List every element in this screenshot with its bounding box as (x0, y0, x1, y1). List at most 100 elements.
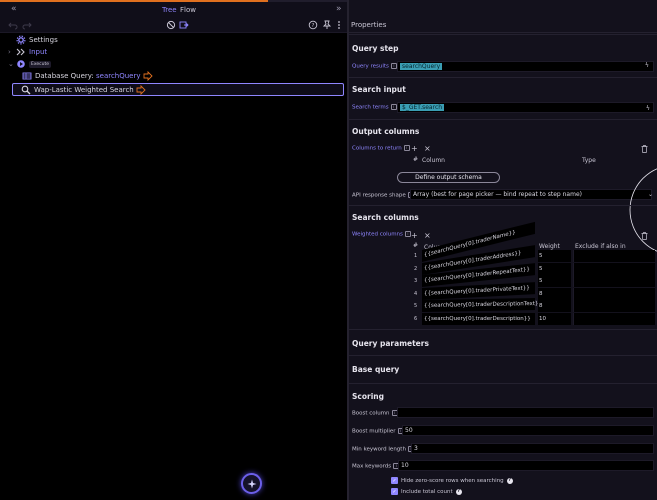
add-row-button[interactable]: + (411, 145, 418, 153)
hide-zero-score-checkbox[interactable]: ✓ Hide zero-score rows when searching ? (391, 476, 513, 485)
weight-cell[interactable]: 8 (538, 287, 571, 300)
bolt-icon[interactable]: ϟ (645, 62, 654, 69)
input-chevrons-icon (16, 48, 25, 56)
tab-flow[interactable]: Flow (180, 6, 196, 14)
exclude-cell[interactable] (573, 287, 655, 300)
section-query-step: Query step Query results i searchQuery (349, 34, 657, 77)
clear-rows-button[interactable]: × (424, 232, 431, 240)
boost-multiplier-label: Boost multiplier i (352, 428, 404, 435)
help-icon[interactable]: ? (455, 488, 462, 495)
tree-node-label: Database Query: (35, 72, 96, 80)
section-title: Output columns (352, 127, 420, 136)
include-total-count-checkbox[interactable]: ✓ Include total count ? (391, 487, 462, 496)
pin-icon[interactable] (322, 20, 332, 30)
tree-toolbar: ? (0, 17, 347, 33)
section-title: Search columns (352, 213, 419, 222)
section-title: Base query (352, 365, 400, 374)
ai-assistant-button[interactable] (241, 473, 262, 494)
tree-node-label: Input (29, 48, 48, 56)
weight-cell[interactable]: 8 (538, 300, 571, 312)
more-icon[interactable] (334, 20, 344, 30)
tree-node-database-query[interactable]: Database Query: searchQuery (22, 70, 156, 82)
query-name: searchQuery (95, 72, 141, 80)
svg-text:?: ? (312, 23, 315, 29)
help-icon[interactable]: ? (308, 20, 318, 30)
define-output-schema-button[interactable]: Define output schema (397, 172, 500, 183)
column-cell[interactable]: {{searchQuery[0].traderDescriptionText}} (422, 298, 542, 312)
query-results-label: Query results i (352, 63, 397, 70)
api-response-shape-select[interactable]: Array (best for page picker — bind repea… (410, 189, 653, 200)
row-index: 3 (414, 278, 418, 284)
properties-header: Properties (349, 17, 657, 33)
exclude-cell[interactable] (573, 262, 655, 275)
type-header: Type (582, 157, 596, 164)
info-icon: i (390, 63, 397, 69)
section-base-query[interactable]: Base query (349, 355, 657, 383)
expand-right-icon[interactable]: » (336, 4, 342, 15)
disable-icon[interactable] (166, 20, 176, 30)
left-panel: « Tree Flow » ? Settings › Input ⌄ Execu… (0, 0, 347, 500)
row-index: 2 (414, 265, 418, 272)
execute-icon (17, 60, 25, 68)
sparkle-icon (247, 479, 256, 488)
section-title: Scoring (352, 392, 384, 401)
weight-header: Weight (539, 243, 560, 250)
max-keywords-input[interactable]: 10 (398, 460, 654, 471)
query-results-input[interactable]: searchQuery (397, 61, 654, 72)
collapse-left-icon[interactable]: « (11, 4, 17, 15)
chevron-down-icon[interactable]: ⌄ (8, 60, 16, 68)
help-icon[interactable]: ? (506, 477, 513, 484)
weight-cell[interactable]: 5 (538, 262, 571, 275)
trash-icon[interactable] (641, 145, 648, 153)
weight-cell[interactable]: 5 (538, 250, 571, 262)
bolt-icon: ϟ (646, 105, 650, 112)
clear-rows-button[interactable]: × (424, 145, 431, 153)
column-cell[interactable]: {{searchQuery[0].traderDescription}} (422, 312, 535, 325)
export-icon[interactable] (179, 20, 189, 30)
weight-cell[interactable]: 5 (538, 275, 571, 287)
exclude-cell[interactable] (573, 312, 655, 325)
exclude-cell[interactable] (573, 250, 655, 262)
grid-index-header: # (413, 156, 419, 163)
trash-icon[interactable] (641, 232, 648, 240)
tree-node-label: Wap-Lastic Weighted Search (34, 85, 134, 94)
check-icon[interactable]: ✓ (391, 477, 398, 484)
redo-icon[interactable] (22, 20, 32, 30)
weight-cell[interactable]: 10 (538, 312, 571, 325)
exclude-header: Exclude if also in (575, 243, 626, 250)
weighted-columns-label: Weighted columns i (352, 231, 411, 238)
section-query-parameters[interactable]: Query parameters (349, 329, 657, 355)
undo-icon[interactable] (8, 20, 18, 30)
info-icon: i (403, 145, 410, 151)
table-row[interactable]: 6 {{searchQuery[0].traderDescription}} 10 (410, 312, 656, 325)
gear-icon (16, 35, 26, 45)
search-icon (21, 85, 31, 94)
tree-node-weighted-search[interactable]: Wap-Lastic Weighted Search (12, 83, 344, 96)
tree-node-execute[interactable]: ⌄ Execute (8, 58, 51, 70)
max-keywords-label: Max keywords i (352, 463, 400, 470)
boost-multiplier-input[interactable]: 50 (402, 425, 654, 436)
exclude-cell[interactable] (573, 300, 655, 312)
boost-column-input[interactable] (397, 407, 654, 418)
min-keyword-length-input[interactable]: 3 (411, 443, 654, 454)
api-response-shape-label: API response shapei (352, 192, 414, 199)
add-row-button[interactable]: + (411, 232, 418, 240)
row-index: 6 (414, 315, 418, 322)
boost-column-label: Boost column i (352, 410, 398, 417)
properties-title: Properties (351, 21, 387, 29)
check-icon[interactable]: ✓ (391, 488, 398, 495)
exclude-cell[interactable] (573, 275, 655, 287)
chevron-right-icon[interactable]: › (8, 48, 16, 56)
table-row[interactable]: 5 {{searchQuery[0].traderDescriptionText}… (410, 298, 656, 312)
columns-to-return-label: Columns to return i (352, 145, 410, 152)
tree-node-settings[interactable]: Settings (8, 34, 58, 46)
tree-node-label: Settings (29, 36, 58, 44)
search-terms-label: Search terms i (352, 104, 397, 111)
row-index: 1 (414, 253, 418, 259)
row-index: 4 (414, 290, 418, 297)
tab-tree[interactable]: Tree (162, 6, 177, 14)
search-terms-input[interactable]: $_GET.search ϟ (397, 102, 654, 113)
tree-node-input[interactable]: › Input (8, 46, 47, 58)
column-header: Column (422, 157, 445, 164)
properties-panel: Properties Query step Query results i sea… (349, 0, 657, 500)
